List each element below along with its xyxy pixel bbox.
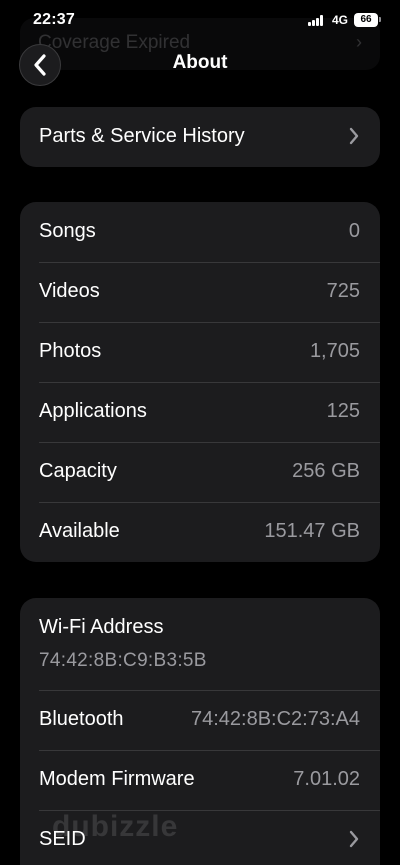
row-value: 0 [348, 220, 360, 242]
row-label: Modem Firmware [39, 768, 195, 790]
modem-firmware-value: 7.01.02 [293, 768, 360, 790]
bluetooth-row[interactable]: Bluetooth 74:42:8B:C2:73:A4 [20, 690, 380, 750]
stat-row-photos: Photos 1,705 [20, 322, 380, 382]
watermark: dubizzle [52, 810, 179, 843]
row-label: Photos [39, 340, 102, 362]
row-value: 1,705 [309, 340, 360, 362]
row-label: Available [39, 520, 120, 542]
wifi-address-row[interactable]: Wi-Fi Address 74:42:8B:C9:B3:5B [20, 598, 380, 690]
modem-firmware-row[interactable]: Modem Firmware 7.01.02 [20, 750, 380, 810]
stat-row-songs: Songs 0 [20, 202, 380, 262]
row-label: Parts & Service History [39, 125, 245, 147]
row-label: Bluetooth [39, 708, 124, 730]
stat-row-videos: Videos 725 [20, 262, 380, 322]
stat-row-applications: Applications 125 [20, 382, 380, 442]
page-title: About [172, 52, 228, 73]
status-bar: 22:37 4G 66 [0, 0, 400, 42]
cellular-signal-icon [308, 15, 325, 26]
about-screen: Coverage Expired › 22:37 4G 66 About Par… [0, 0, 400, 865]
battery-icon: 66 [354, 13, 378, 27]
row-label: Songs [39, 220, 96, 242]
row-value: 725 [326, 280, 360, 302]
row-label: Wi-Fi Address [39, 616, 164, 638]
row-label: Capacity [39, 460, 117, 482]
battery-tip [379, 17, 381, 22]
service-history-group: Parts & Service History [20, 107, 380, 167]
stat-row-capacity: Capacity 256 GB [20, 442, 380, 502]
row-label: Applications [39, 400, 147, 422]
row-value: 125 [326, 400, 360, 422]
status-time: 22:37 [33, 11, 75, 28]
chevron-right-icon [349, 127, 359, 145]
row-value: 256 GB [292, 460, 360, 482]
row-label: Videos [39, 280, 100, 302]
row-value: 151.47 GB [264, 520, 360, 542]
stats-group: Songs 0 Videos 725 Photos 1,705 Applicat… [20, 202, 380, 562]
stat-row-available: Available 151.47 GB [20, 502, 380, 562]
parts-service-history-row[interactable]: Parts & Service History [20, 107, 380, 167]
network-type: 4G [332, 13, 349, 27]
chevron-right-icon [349, 830, 359, 848]
bluetooth-address-value: 74:42:8B:C2:73:A4 [190, 708, 360, 730]
wifi-address-value: 74:42:8B:C9:B3:5B [39, 650, 207, 671]
